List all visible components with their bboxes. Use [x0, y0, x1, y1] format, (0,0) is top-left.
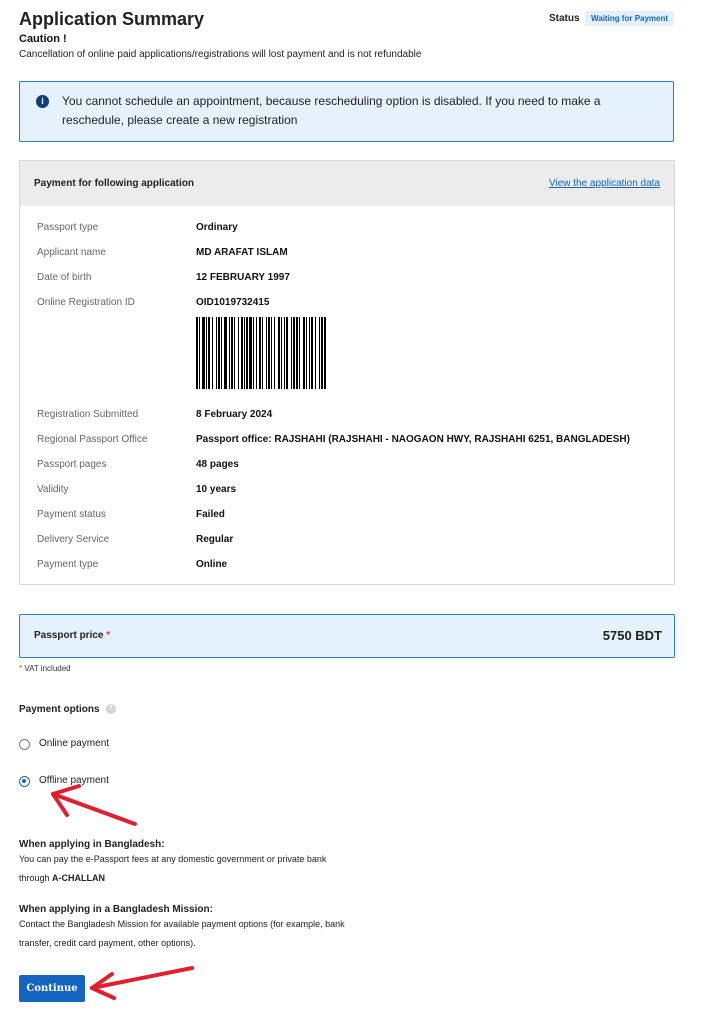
- bangladesh-line-1: You can pay the e-Passport fees at any d…: [19, 854, 327, 864]
- status-label: Status: [549, 13, 580, 24]
- annotation-arrow-offline: [51, 784, 137, 826]
- bangladesh-line-2-prefix: through: [19, 873, 53, 883]
- delivery-service-label: Delivery Service: [37, 534, 110, 545]
- passport-pages-label: Passport pages: [37, 459, 107, 470]
- page-title: Application Summary: [19, 9, 205, 29]
- vat-note: * VAT included: [19, 664, 71, 673]
- bangladesh-title: When applying in Bangladesh:: [19, 839, 165, 850]
- bangladesh-line-2: through A-CHALLAN: [19, 869, 326, 888]
- validity-value: 10 years: [196, 484, 237, 495]
- delivery-service-value: Regular: [196, 534, 234, 545]
- offline-payment-radio[interactable]: [19, 776, 30, 787]
- payment-status-value: Failed: [196, 509, 225, 520]
- info-icon: i: [36, 95, 49, 108]
- vat-asterisk: *: [19, 664, 23, 673]
- registration-submitted-label: Registration Submitted: [37, 409, 139, 420]
- a-challan-text: A-CHALLAN: [52, 873, 106, 883]
- regional-office-label: Regional Passport Office: [37, 434, 148, 445]
- payment-type-label: Payment type: [37, 559, 99, 570]
- payment-status-label: Payment status: [37, 509, 106, 520]
- passport-price-box: Passport price * 5750 BDT: [19, 614, 675, 658]
- applicant-name-label: Applicant name: [37, 247, 106, 258]
- validity-label: Validity: [37, 484, 69, 495]
- status-badge: Waiting for Payment: [585, 11, 675, 26]
- mission-description: Contact the Bangladesh Mission for avail…: [19, 915, 345, 953]
- passport-price-label-text: Passport price: [34, 630, 104, 641]
- panel-title: Payment for following application: [34, 178, 195, 189]
- application-panel: Payment for following application View t…: [19, 160, 675, 585]
- date-of-birth-value: 12 FEBRUARY 1997: [196, 272, 290, 283]
- info-alert: i You cannot schedule an appointment, be…: [19, 81, 674, 142]
- help-icon[interactable]: ?: [105, 704, 116, 715]
- date-of-birth-label: Date of birth: [37, 272, 92, 283]
- registration-submitted-value: 8 February 2024: [196, 409, 273, 420]
- online-payment-option[interactable]: Online payment: [19, 738, 129, 752]
- vat-note-text: VAT included: [24, 664, 71, 673]
- regional-office-value: Passport office: RAJSHAHI (RAJSHAHI - NA…: [196, 434, 630, 445]
- annotation-arrow-continue: [90, 966, 194, 1000]
- passport-pages-value: 48 pages: [196, 459, 239, 470]
- view-application-data-link[interactable]: View the application data: [549, 178, 660, 189]
- panel-header: Payment for following application View t…: [20, 161, 674, 206]
- registration-id-label: Online Registration ID: [37, 297, 135, 308]
- info-alert-text: You cannot schedule an appointment, beca…: [62, 94, 601, 127]
- passport-price-label: Passport price *: [34, 630, 110, 641]
- required-asterisk: *: [106, 630, 111, 641]
- barcode-image: [196, 317, 326, 389]
- continue-button[interactable]: Continue: [19, 975, 85, 1002]
- payment-options-title-text: Payment options: [19, 704, 100, 715]
- caution-title: Caution !: [19, 33, 67, 45]
- mission-line-2: transfer, credit card payment, other opt…: [19, 938, 196, 948]
- payment-options-title: Payment options?: [19, 704, 116, 715]
- passport-price-value: 5750 BDT: [602, 628, 662, 643]
- mission-line-1: Contact the Bangladesh Mission for avail…: [19, 919, 345, 929]
- caution-text: Cancellation of online paid applications…: [19, 49, 422, 60]
- online-payment-radio[interactable]: [19, 739, 30, 750]
- passport-type-label: Passport type: [37, 222, 99, 233]
- bangladesh-description: You can pay the e-Passport fees at any d…: [19, 850, 326, 888]
- mission-title: When applying in a Bangladesh Mission:: [19, 904, 213, 915]
- online-payment-label[interactable]: Online payment: [39, 738, 109, 749]
- payment-type-value: Online: [196, 559, 228, 570]
- passport-type-value: Ordinary: [196, 222, 238, 233]
- registration-id-value: OID1019732415: [196, 297, 270, 308]
- applicant-name-value: MD ARAFAT ISLAM: [196, 247, 288, 258]
